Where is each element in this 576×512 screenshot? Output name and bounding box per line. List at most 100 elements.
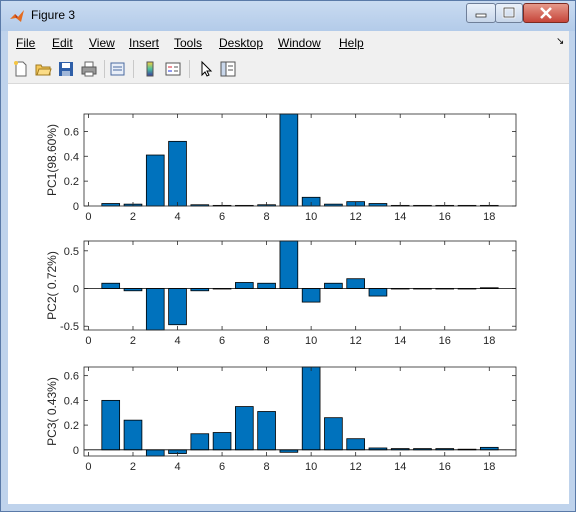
bar [235, 406, 254, 451]
menu-window-label: Window [278, 36, 321, 50]
menu-desktop-label: Desktop [219, 36, 264, 50]
pc-bar-charts: 0 2 4 6 8 10 12 14 16 18 0 0.2 0.4 0.6 PC1(98.60%) 0 2 4 6… [45, 113, 517, 473]
menu-file-label: File [16, 36, 36, 50]
bar [235, 282, 254, 289]
x-tick-label: 2 [130, 335, 136, 347]
close-icon [540, 7, 552, 19]
x-tick-label: 10 [305, 335, 317, 347]
y-tick-label: 0.6 [64, 126, 79, 138]
y-tick-label: 0 [73, 445, 79, 457]
print-icon[interactable] [80, 60, 98, 78]
x-tick-label: 18 [483, 335, 495, 347]
window-title: Figure 3 [31, 8, 76, 22]
figure-client-area: File Edit View Insert Tools Desktop Wind… [8, 31, 569, 504]
x-tick-label: 14 [394, 461, 406, 473]
bar [123, 419, 143, 451]
menu-file[interactable]: File [16, 36, 35, 50]
x-tick-label: 14 [394, 335, 406, 347]
chart-panel-3: 0 2 4 6 8 10 12 14 16 18 0 0.2 0.4 0.6 PC3( 0.43%) [45, 366, 517, 473]
x-tick-label: 8 [264, 335, 270, 347]
figure-canvas: 0 2 4 6 8 10 12 14 16 18 0 0.2 0.4 0.6 PC1(98.60%) 0 2 4 6… [8, 84, 569, 504]
menu-insert[interactable]: Insert [129, 36, 159, 50]
bar [168, 140, 187, 207]
chart-panel-1: 0 2 4 6 8 10 12 14 16 18 0 0.2 0.4 0.6 PC1(98.60%) [45, 113, 517, 223]
menu-view[interactable]: View [89, 36, 115, 50]
menu-bar: File Edit View Insert Tools Desktop Wind… [8, 31, 569, 55]
x-tick-label: 4 [174, 335, 180, 347]
menu-view-label: View [89, 36, 115, 50]
minimize-icon [475, 13, 487, 18]
y-tick-label: 0.4 [64, 395, 79, 407]
menu-help-label: Help [339, 36, 364, 50]
y-tick-label: 0.2 [64, 420, 79, 432]
x-tick-label: 8 [264, 461, 270, 473]
x-tick-label: 6 [219, 335, 225, 347]
menu-tools[interactable]: Tools [174, 36, 202, 50]
dock-arrow-icon[interactable]: ↘ [556, 36, 564, 47]
bar [301, 366, 321, 451]
maximize-icon [502, 6, 516, 19]
chart-panel-2: 0 2 4 6 8 10 12 14 16 18 -0.5 0 0.5 PC2( 0.72%) [45, 240, 517, 347]
print-preview-icon[interactable] [109, 60, 127, 78]
x-tick-label: 12 [350, 461, 362, 473]
bar [168, 288, 187, 326]
x-tick-label: 2 [130, 211, 136, 223]
new-figure-icon[interactable] [12, 60, 30, 78]
bar [212, 432, 232, 451]
menu-edit[interactable]: Edit [52, 36, 73, 50]
y-tick-label: 0 [73, 284, 79, 296]
toolbar-separator [104, 60, 105, 78]
bar [257, 411, 276, 451]
y-tick-label: 0 [73, 201, 79, 213]
bar [101, 282, 121, 289]
y-tick-label: 0.2 [64, 176, 79, 188]
matlab-logo-icon [10, 10, 24, 22]
bar [324, 417, 343, 451]
y-tick-label: 0.6 [64, 371, 79, 383]
toolbar-separator [189, 60, 190, 78]
x-tick-label: 6 [219, 461, 225, 473]
y-tick-label: 0.5 [64, 246, 79, 258]
bar [190, 433, 210, 451]
menu-tools-label: Tools [174, 36, 203, 50]
save-icon[interactable] [57, 60, 75, 78]
insert-legend-icon[interactable] [164, 60, 182, 78]
bar [279, 113, 299, 207]
menu-window[interactable]: Window [278, 36, 321, 50]
open-file-icon[interactable] [34, 60, 52, 78]
x-tick-label: 12 [350, 335, 362, 347]
x-tick-label: 12 [350, 211, 362, 223]
menu-help[interactable]: Help [339, 36, 364, 50]
minimize-button[interactable] [466, 3, 496, 23]
x-tick-label: 0 [85, 461, 91, 473]
figure-toolbar [8, 55, 569, 84]
x-tick-label: 4 [174, 461, 180, 473]
title-bar[interactable]: Figure 3 [1, 1, 575, 31]
y-axis-label: PC3( 0.43%) [45, 377, 59, 446]
y-axis-label: PC2( 0.72%) [45, 251, 59, 320]
x-tick-label: 6 [219, 211, 225, 223]
figure-window: Figure 3 File Edit View Insert Tools Des… [0, 0, 576, 512]
menu-insert-label: Insert [129, 36, 160, 50]
y-tick-label: 0.4 [64, 151, 79, 163]
toolbar-separator [133, 60, 134, 78]
insert-colorbar-icon[interactable] [141, 60, 159, 78]
property-editor-icon[interactable] [219, 60, 237, 78]
maximize-button[interactable] [495, 3, 523, 23]
x-tick-label: 14 [394, 211, 406, 223]
bar [346, 438, 365, 451]
bar [368, 288, 388, 297]
y-tick-label: -0.5 [60, 321, 79, 333]
x-tick-label: 18 [483, 461, 495, 473]
bar [324, 282, 343, 289]
bar [145, 288, 165, 331]
x-tick-label: 18 [483, 211, 495, 223]
edit-plot-icon[interactable] [197, 60, 215, 78]
bar [145, 154, 165, 207]
bar [301, 288, 321, 303]
menu-desktop[interactable]: Desktop [219, 36, 263, 50]
bar [279, 240, 299, 289]
close-button[interactable] [523, 3, 569, 23]
x-tick-label: 0 [85, 211, 91, 223]
bar [346, 278, 365, 289]
